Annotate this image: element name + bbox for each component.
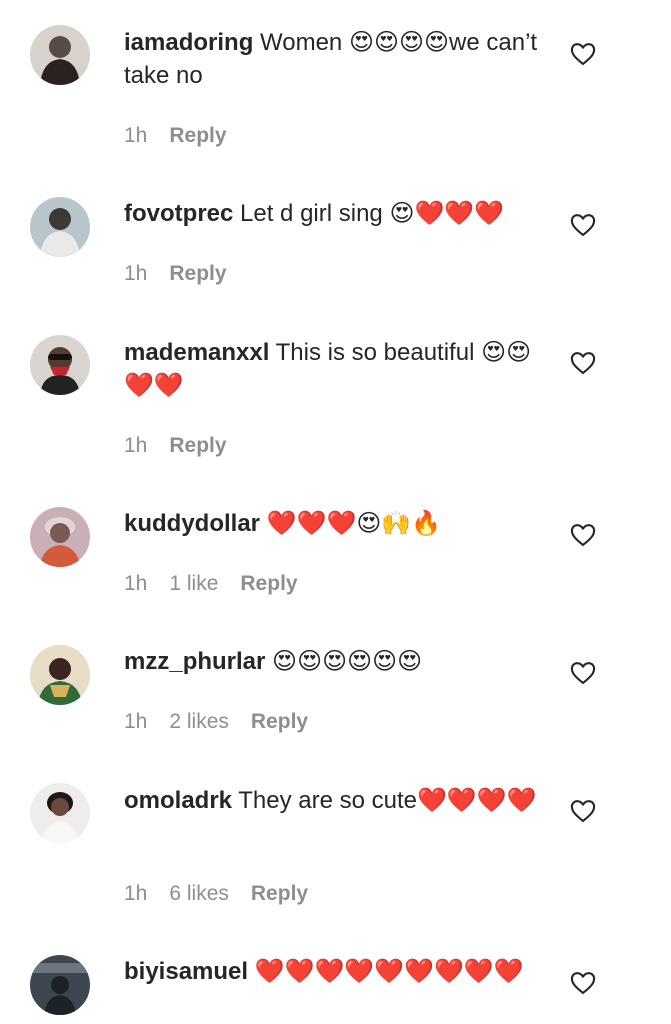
comment-meta: 1h Reply <box>124 124 249 148</box>
avatar[interactable] <box>30 335 90 395</box>
reply-button[interactable]: Reply <box>169 262 226 285</box>
comment-username[interactable]: biyisamuel <box>124 958 248 985</box>
comment-username[interactable]: kuddydollar <box>124 510 260 537</box>
comment-body: mzz_phurlar 😍😍😍😍😍😍 <box>124 645 556 678</box>
comment-body: kuddydollar ❤️❤️❤️😍🙌🔥 <box>124 507 556 540</box>
comment-username[interactable]: mzz_phurlar <box>124 648 265 675</box>
reply-button[interactable]: Reply <box>251 710 308 733</box>
comment-username[interactable]: iamadoring <box>124 29 253 56</box>
comment-meta: 1h 1 like Reply <box>124 572 320 596</box>
comment-body: iamadoring Women 😍😍😍😍we can’t take no <box>124 26 556 92</box>
comment-text: ❤️❤️❤️❤️❤️❤️❤️❤️❤️ <box>248 958 524 985</box>
like-button[interactable] <box>569 969 597 997</box>
comment-text: Let d girl sing 😍❤️❤️❤️ <box>233 200 505 227</box>
comment-meta: 1h 2 likes Reply <box>124 710 330 734</box>
avatar[interactable] <box>30 197 90 257</box>
comment-time: 1h <box>124 572 148 595</box>
comment-text: 😍😍😍😍😍😍 <box>265 648 423 675</box>
avatar[interactable] <box>30 955 90 1015</box>
comment-meta: 1h Reply <box>124 262 249 286</box>
avatar[interactable] <box>30 25 90 85</box>
reply-button[interactable]: Reply <box>251 882 308 905</box>
comment-username[interactable]: omoladrk <box>124 787 232 814</box>
heart-outline-icon <box>570 43 596 65</box>
avatar-image <box>30 335 90 395</box>
comment-username[interactable]: mademanxxl <box>124 339 269 366</box>
avatar-image <box>30 645 90 705</box>
comment-body: biyisamuel ❤️❤️❤️❤️❤️❤️❤️❤️❤️ <box>124 955 556 988</box>
avatar-image <box>30 25 90 85</box>
comment-time: 1h <box>124 882 148 905</box>
comment-text: ❤️❤️❤️😍🙌🔥 <box>260 510 442 537</box>
like-button[interactable] <box>569 349 597 377</box>
likes-count[interactable]: 1 like <box>169 572 218 595</box>
heart-outline-icon <box>570 662 596 684</box>
comment-time: 1h <box>124 124 148 147</box>
avatar-image <box>30 507 90 567</box>
comment-list: iamadoring Women 😍😍😍😍we can’t take no 1h… <box>0 0 671 1024</box>
comment-time: 1h <box>124 262 148 285</box>
comment-text: They are so cute❤️❤️❤️❤️ <box>232 787 537 814</box>
like-button[interactable] <box>569 521 597 549</box>
reply-button[interactable]: Reply <box>240 572 297 595</box>
like-button[interactable] <box>569 40 597 68</box>
avatar[interactable] <box>30 645 90 705</box>
heart-outline-icon <box>570 972 596 994</box>
heart-outline-icon <box>570 800 596 822</box>
reply-button[interactable]: Reply <box>169 124 226 147</box>
heart-outline-icon <box>570 214 596 236</box>
avatar[interactable] <box>30 507 90 567</box>
comment-meta: 1h 6 likes Reply <box>124 882 330 906</box>
avatar[interactable] <box>30 783 90 843</box>
like-button[interactable] <box>569 211 597 239</box>
comment-time: 1h <box>124 434 148 457</box>
like-button[interactable] <box>569 659 597 687</box>
comment-username[interactable]: fovotprec <box>124 200 233 227</box>
avatar-image <box>30 197 90 257</box>
comment-meta: 1h Reply <box>124 434 249 458</box>
reply-button[interactable]: Reply <box>169 434 226 457</box>
avatar-image <box>30 955 90 1015</box>
likes-count[interactable]: 6 likes <box>169 882 229 905</box>
heart-outline-icon <box>570 524 596 546</box>
comment-body: fovotprec Let d girl sing 😍❤️❤️❤️ <box>124 197 556 230</box>
likes-count[interactable]: 2 likes <box>169 710 229 733</box>
comment-body: mademanxxl This is so beautiful 😍😍❤️❤️ <box>124 336 556 402</box>
like-button[interactable] <box>569 797 597 825</box>
heart-outline-icon <box>570 352 596 374</box>
comment-body: omoladrk They are so cute❤️❤️❤️❤️ <box>124 784 556 817</box>
comment-time: 1h <box>124 710 148 733</box>
avatar-image <box>30 783 90 843</box>
